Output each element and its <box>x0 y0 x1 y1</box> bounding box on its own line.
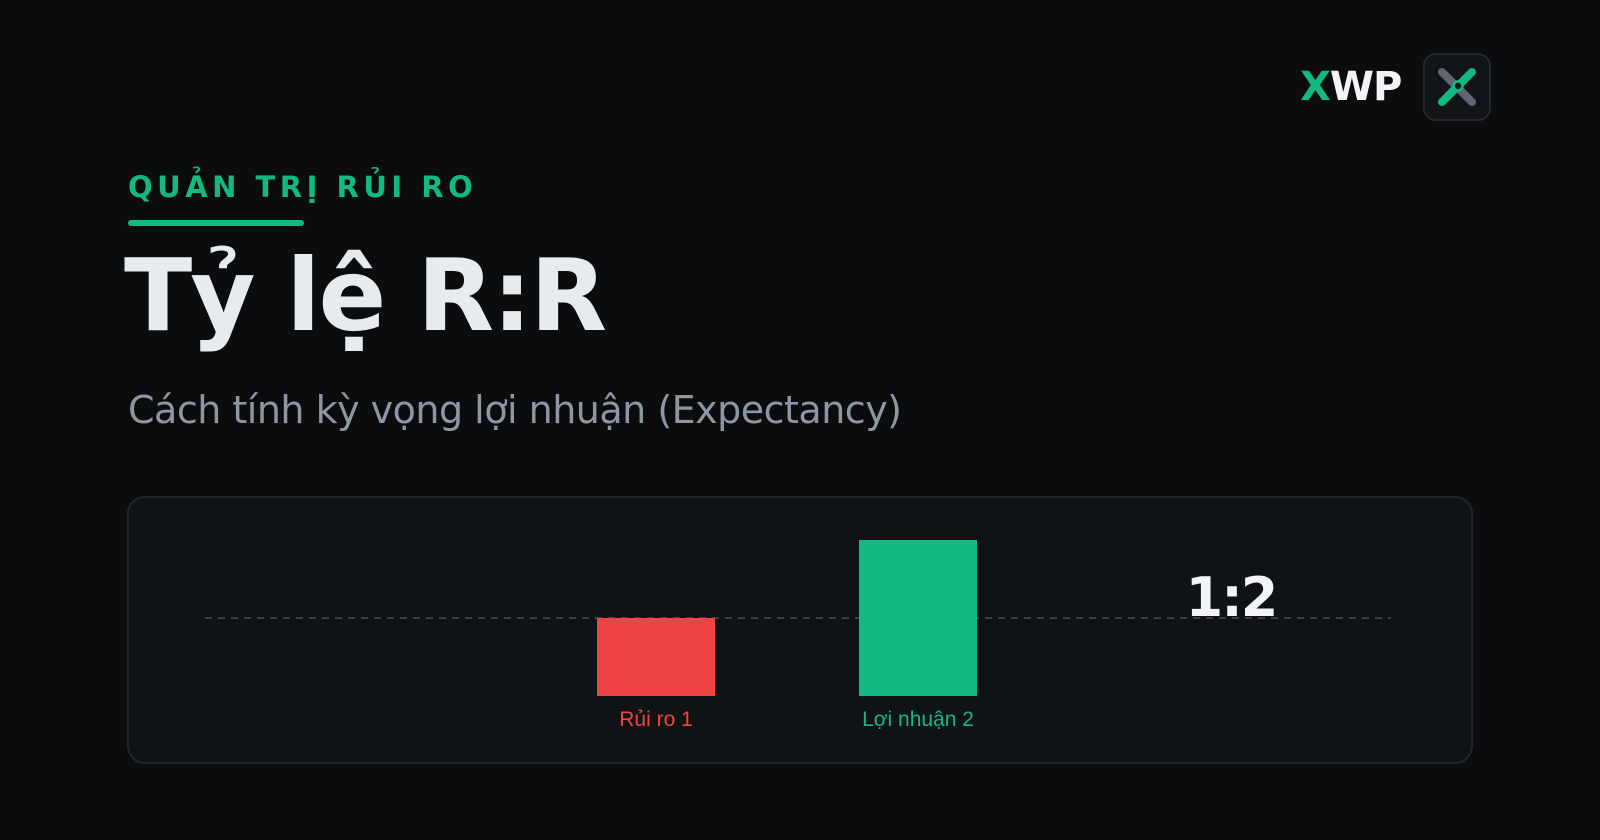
brand-wordmark-x: X <box>1300 64 1331 110</box>
chart-panel: Rủi ro 1 Lợi nhuận 2 1:2 <box>127 496 1473 764</box>
rr-bar-chart: Rủi ro 1 Lợi nhuận 2 1:2 <box>205 540 1391 731</box>
bar-label-risk: Rủi ro 1 <box>619 708 693 731</box>
ratio-label: 1:2 <box>1186 566 1277 629</box>
brand-logo: XWP <box>1300 52 1492 122</box>
section-eyebrow: QUẢN TRỊ RỦI RO <box>128 170 478 204</box>
eyebrow-underline <box>128 220 304 226</box>
brand-wordmark: XWP <box>1300 64 1402 110</box>
x-logo-icon <box>1423 53 1492 121</box>
page-subtitle: Cách tính kỳ vọng lợi nhuận (Expectancy) <box>128 388 902 432</box>
page-title: Tỷ lệ R:R <box>124 237 607 354</box>
bar-risk <box>597 618 715 696</box>
bar-reward <box>859 540 977 696</box>
brand-wordmark-wp: WP <box>1329 64 1402 110</box>
bar-label-reward: Lợi nhuận 2 <box>862 708 974 731</box>
